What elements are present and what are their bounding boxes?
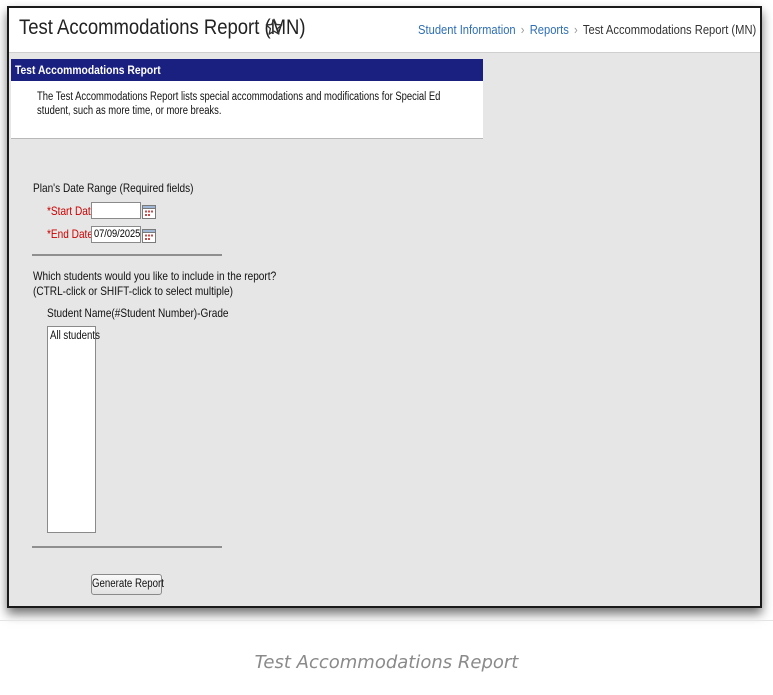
calendar-icon[interactable]: [142, 204, 156, 219]
breadcrumb-current: Test Accommodations Report (MN): [582, 22, 756, 37]
students-listbox[interactable]: All students: [47, 326, 100, 533]
divider: [0, 620, 773, 621]
page-title: Test Accommodations Report (MN): [19, 16, 306, 39]
calendar-icon[interactable]: [142, 228, 156, 243]
list-option-all-students[interactable]: All students: [50, 330, 109, 342]
student-column-label: Student Name(#Student Number)-Grade: [47, 306, 229, 320]
breadcrumb-separator-icon: ›: [573, 22, 578, 37]
report-description: The Test Accommodations Report lists spe…: [37, 91, 441, 117]
end-date-input[interactable]: 07/09/2025: [91, 226, 141, 243]
breadcrumb: Student Information › Reports › Test Accommo…: [418, 22, 756, 37]
breadcrumb-reports[interactable]: Reports: [529, 22, 568, 37]
app-window: Test Accommodations Report (MN) Student …: [7, 6, 762, 608]
divider: [32, 546, 222, 548]
report-section-header: Test Accommodations Report: [11, 59, 483, 81]
breadcrumb-separator-icon: ›: [520, 22, 525, 37]
figure-caption: Test Accommodations Report: [254, 652, 519, 673]
report-header-label: Test Accommodations Report: [15, 63, 161, 77]
divider: [32, 254, 222, 256]
start-date-input[interactable]: [91, 202, 141, 219]
page-header: Test Accommodations Report (MN) Student …: [9, 8, 760, 53]
breadcrumb-student-information[interactable]: Student Information: [418, 22, 516, 37]
students-hint: (CTRL-click or SHIFT-click to select mul…: [33, 284, 233, 298]
students-question: Which students would you like to include…: [33, 269, 277, 283]
date-range-label: Plan's Date Range (Required fields): [33, 181, 194, 195]
report-description-box: The Test Accommodations Report lists spe…: [11, 81, 483, 139]
generate-report-button[interactable]: Generate Report: [91, 574, 164, 595]
star-icon[interactable]: [264, 17, 284, 37]
